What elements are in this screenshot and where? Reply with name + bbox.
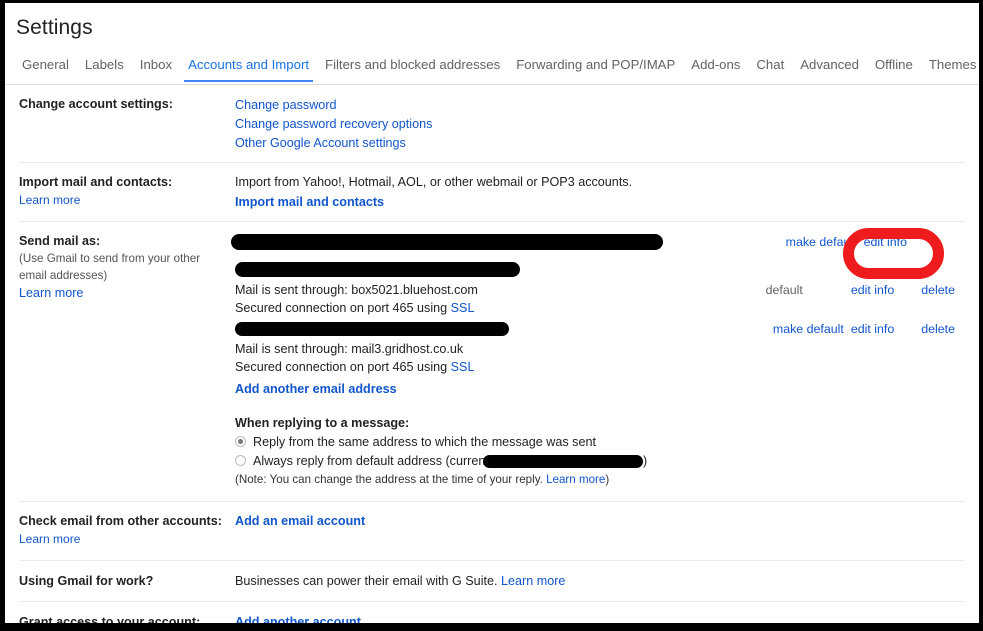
link-import-mail-and-contacts[interactable]: Import mail and contacts: [235, 195, 384, 209]
address-2-actions: default edit info delete: [766, 281, 955, 299]
settings-tabs: General Labels Inbox Accounts and Import…: [14, 52, 979, 82]
tab-advanced[interactable]: Advanced: [792, 52, 867, 82]
tab-inbox[interactable]: Inbox: [132, 52, 180, 82]
import-mail-description: Import from Yahoo!, Hotmail, AOL, or oth…: [235, 173, 965, 192]
address-2-security-text: Secured connection on port 465 using: [235, 301, 451, 315]
link-delete-2[interactable]: delete: [921, 281, 955, 299]
link-ssl-2[interactable]: SSL: [451, 301, 475, 315]
reply-option-same-address[interactable]: Reply from the same address to which the…: [235, 433, 965, 451]
reply-note-suffix: ): [605, 473, 609, 486]
change-account-label-col: Change account settings:: [19, 95, 235, 152]
tab-forwarding-and-pop-imap[interactable]: Forwarding and POP/IMAP: [508, 52, 683, 82]
link-edit-info-2[interactable]: edit info: [851, 281, 894, 299]
screenshot-frame: Settings General Labels Inbox Accounts a…: [0, 0, 983, 631]
tab-accounts-and-import[interactable]: Accounts and Import: [180, 52, 317, 82]
row-grant-access: Grant access to your account: (Allow oth…: [19, 602, 965, 623]
gmail-for-work-description: Businesses can power their email with G …: [235, 574, 501, 588]
row-import-mail-and-contacts: Import mail and contacts: Learn more Imp…: [19, 163, 965, 222]
tab-offline[interactable]: Offline: [867, 52, 921, 82]
grant-access-label: Grant access to your account:: [19, 613, 227, 623]
address-3-security-text: Secured connection on port 465 using: [235, 360, 451, 374]
link-send-mail-as-learn-more[interactable]: Learn more: [19, 286, 83, 300]
link-reply-note-learn-more[interactable]: Learn more: [546, 473, 605, 486]
radio-reply-same-address[interactable]: [235, 436, 246, 447]
address-2-security: Secured connection on port 465 using SSL: [235, 299, 474, 317]
when-replying-heading: When replying to a message:: [235, 414, 965, 432]
send-mail-as-label: Send mail as:: [19, 232, 227, 250]
settings-tabbar: General Labels Inbox Accounts and Import…: [5, 52, 979, 85]
change-account-content: Change password Change password recovery…: [235, 95, 965, 152]
tab-labels[interactable]: Labels: [77, 52, 132, 82]
row-using-gmail-for-work: Using Gmail for work? Businesses can pow…: [19, 561, 965, 602]
link-add-an-email-account[interactable]: Add an email account: [235, 514, 365, 528]
reply-option-default-address[interactable]: Always reply from default address (curre…: [235, 452, 965, 470]
link-check-email-learn-more[interactable]: Learn more: [19, 532, 80, 546]
tab-general[interactable]: General: [14, 52, 77, 82]
gmail-for-work-content: Businesses can power their email with G …: [235, 572, 965, 590]
link-change-password-recovery-options[interactable]: Change password recovery options: [235, 117, 432, 131]
redacted-default-address: [483, 455, 643, 468]
tab-filters-and-blocked-addresses[interactable]: Filters and blocked addresses: [317, 52, 508, 82]
redacted-email-address-2: [235, 262, 520, 277]
import-mail-and-contacts-label: Import mail and contacts:: [19, 173, 227, 191]
tab-chat[interactable]: Chat: [748, 52, 792, 82]
grant-access-label-col: Grant access to your account: (Allow oth…: [19, 613, 235, 623]
send-mail-address-2: Mail is sent through: box5021.bluehost.c…: [235, 260, 965, 318]
link-change-password[interactable]: Change password: [235, 98, 337, 112]
address-2-mail-host: Mail is sent through: box5021.bluehost.c…: [235, 281, 478, 299]
radio-reply-default-address[interactable]: [235, 455, 246, 466]
row-check-email-from-other-accounts: Check email from other accounts: Learn m…: [19, 502, 965, 561]
redacted-email-address-3: [235, 322, 509, 336]
import-mail-content: Import from Yahoo!, Hotmail, AOL, or oth…: [235, 173, 965, 211]
reply-option-same-address-label: Reply from the same address to which the…: [253, 433, 596, 451]
redacted-email-address-1: [231, 234, 663, 250]
check-email-content: Add an email account: [235, 512, 965, 548]
page-title: Settings: [16, 16, 93, 40]
send-mail-as-label-col: Send mail as: (Use Gmail to send from yo…: [19, 232, 235, 489]
check-email-label: Check email from other accounts:: [19, 512, 227, 530]
send-mail-as-content: make default edit info Mail is sent thro…: [235, 232, 965, 489]
link-make-default-1[interactable]: make default: [786, 233, 857, 251]
reply-note-prefix: (Note: You can change the address at the…: [235, 473, 546, 486]
check-email-label-col: Check email from other accounts: Learn m…: [19, 512, 235, 548]
link-delete-3[interactable]: delete: [921, 320, 955, 338]
gmail-settings-page: Settings General Labels Inbox Accounts a…: [5, 3, 979, 623]
send-mail-address-1: make default edit info: [235, 232, 965, 260]
gmail-for-work-label-col: Using Gmail for work?: [19, 572, 235, 590]
link-import-learn-more[interactable]: Learn more: [19, 193, 80, 207]
row-change-account-settings: Change account settings: Change password…: [19, 85, 965, 163]
tab-themes[interactable]: Themes: [921, 52, 979, 82]
reply-option-default-address-trailing: ): [643, 452, 647, 470]
link-edit-info-1[interactable]: edit info: [864, 233, 907, 251]
tab-add-ons[interactable]: Add-ons: [683, 52, 748, 82]
address-3-actions: make default edit info delete: [773, 320, 955, 338]
reply-note: (Note: You can change the address at the…: [235, 471, 965, 489]
settings-rows: Change account settings: Change password…: [5, 85, 979, 623]
link-gsuite-learn-more[interactable]: Learn more: [501, 574, 565, 588]
link-make-default-3[interactable]: make default: [773, 320, 844, 338]
link-add-another-email-address[interactable]: Add another email address: [235, 382, 397, 396]
reply-option-default-address-label: Always reply from default address (curre…: [253, 452, 498, 470]
send-mail-address-3: Mail is sent through: mail3.gridhost.co.…: [235, 318, 965, 378]
link-other-google-account-settings[interactable]: Other Google Account settings: [235, 136, 406, 150]
row-send-mail-as: Send mail as: (Use Gmail to send from yo…: [19, 222, 965, 502]
grant-access-content: Add another account Mark conversation as…: [235, 613, 965, 623]
address-3-mail-host: Mail is sent through: mail3.gridhost.co.…: [235, 340, 463, 358]
using-gmail-for-work-label: Using Gmail for work?: [19, 572, 227, 590]
send-mail-as-sublabel: (Use Gmail to send from your other email…: [19, 250, 219, 284]
link-ssl-3[interactable]: SSL: [451, 360, 475, 374]
link-edit-info-3[interactable]: edit info: [851, 320, 894, 338]
address-3-security: Secured connection on port 465 using SSL: [235, 358, 474, 376]
import-mail-label-col: Import mail and contacts: Learn more: [19, 173, 235, 211]
address-2-default-badge: default: [766, 283, 803, 297]
link-add-another-account[interactable]: Add another account: [235, 615, 361, 623]
address-1-actions: make default edit info: [786, 233, 955, 251]
change-account-settings-label: Change account settings:: [19, 95, 227, 113]
